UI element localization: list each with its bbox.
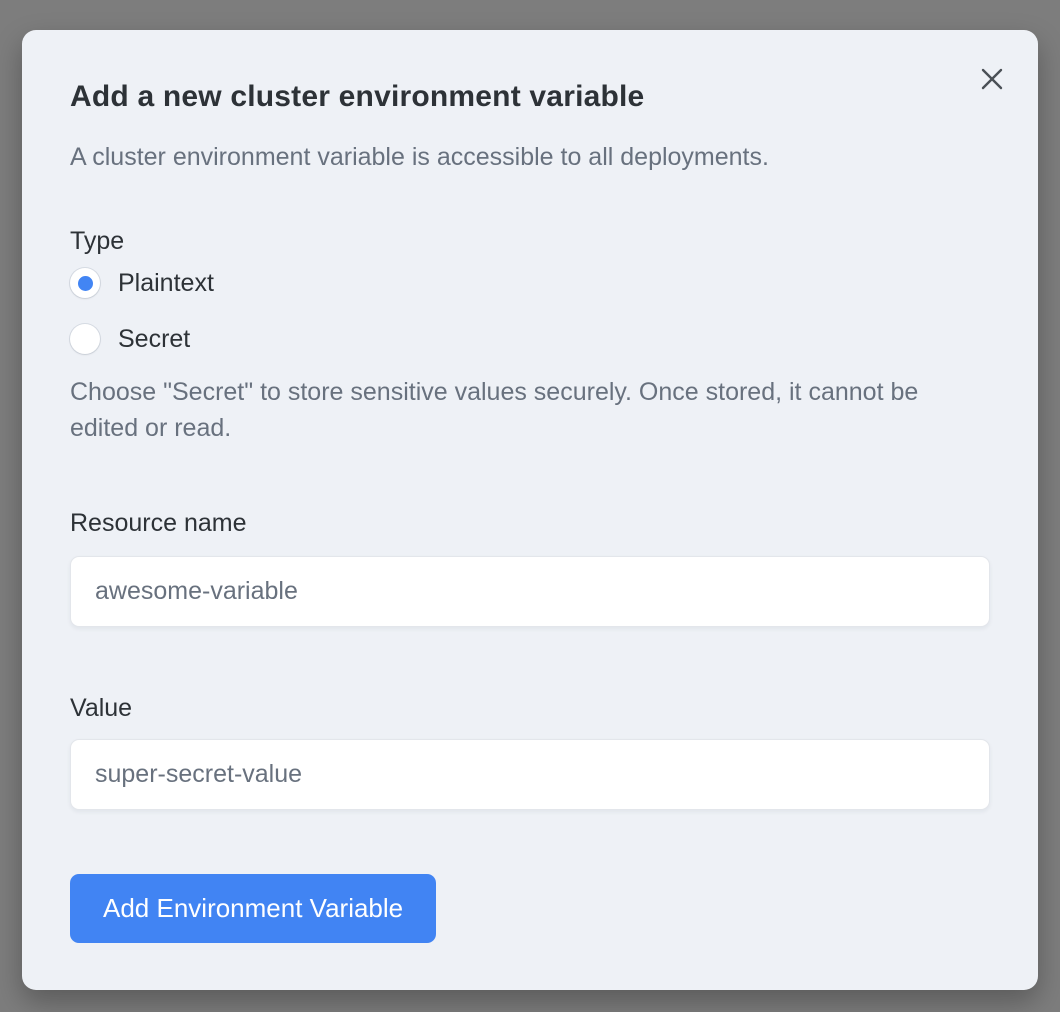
dialog-subtitle: A cluster environment variable is access…	[70, 140, 990, 174]
radio-selected-dot	[78, 276, 93, 291]
radio-button-secret[interactable]	[70, 324, 100, 354]
modal-backdrop: Add a new cluster environment variable A…	[0, 0, 1060, 1012]
radio-label-plaintext: Plaintext	[118, 269, 214, 298]
secret-help-text: Choose "Secret" to store sensitive value…	[70, 374, 990, 446]
value-input[interactable]	[70, 739, 990, 810]
add-env-var-dialog: Add a new cluster environment variable A…	[22, 30, 1038, 990]
value-label: Value	[70, 691, 990, 725]
type-group-label: Type	[70, 224, 990, 258]
resource-name-label: Resource name	[70, 506, 990, 540]
close-icon	[980, 67, 1004, 94]
dialog-title: Add a new cluster environment variable	[70, 78, 990, 116]
close-button[interactable]	[976, 64, 1008, 96]
radio-button-plaintext[interactable]	[70, 268, 100, 298]
add-environment-variable-button[interactable]: Add Environment Variable	[70, 874, 436, 943]
resource-name-input[interactable]	[70, 556, 990, 627]
radio-option-plaintext[interactable]: Plaintext	[70, 266, 990, 300]
radio-label-secret: Secret	[118, 325, 190, 354]
radio-option-secret[interactable]: Secret	[70, 322, 990, 356]
